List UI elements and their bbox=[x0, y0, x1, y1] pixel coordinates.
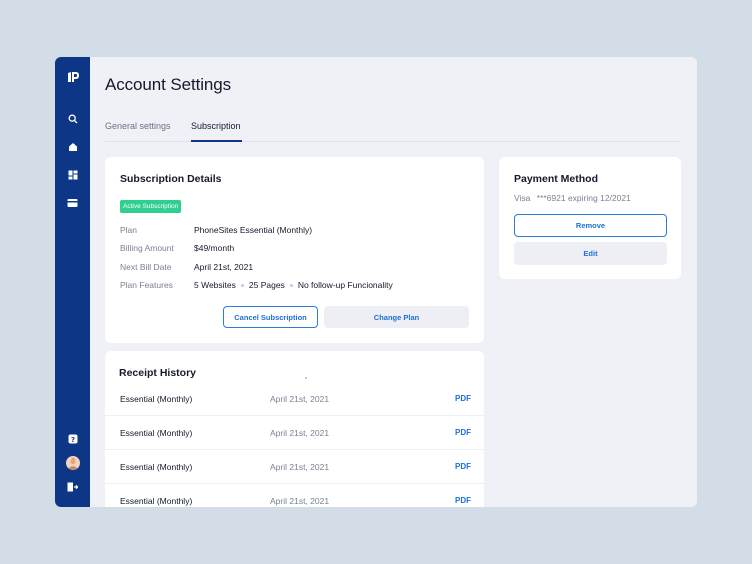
card-title: Subscription Details bbox=[120, 173, 222, 185]
main-content: Account Settings General settings Subscr… bbox=[90, 57, 697, 507]
pdf-link[interactable]: PDF bbox=[455, 394, 471, 403]
change-plan-button[interactable]: Change Plan bbox=[324, 306, 469, 328]
plan-features-list: 5 Websites 25 Pages No follow-up Funcion… bbox=[194, 280, 393, 290]
pdf-link[interactable]: PDF bbox=[455, 428, 471, 437]
plan-value: PhoneSites Essential (Monthly) bbox=[194, 225, 313, 235]
feature-item: No follow-up Funcionality bbox=[297, 280, 393, 290]
logout-icon[interactable] bbox=[55, 482, 90, 492]
card-info: Visa ***6921 expiring 12/2021 bbox=[514, 193, 631, 203]
subscription-details-card: Subscription Details Active Subscription… bbox=[105, 157, 484, 343]
receipt-plan: Essential (Monthly) bbox=[120, 462, 193, 472]
remove-button[interactable]: Remove bbox=[514, 214, 667, 237]
home-icon[interactable] bbox=[55, 142, 90, 152]
feature-item: 5 Websites bbox=[194, 280, 236, 290]
receipt-date: April 21st, 2021 bbox=[270, 462, 330, 472]
active-tab-indicator bbox=[191, 140, 242, 142]
table-row: Essential (Monthly) April 21st, 2021 PDF bbox=[105, 450, 484, 484]
app-window: ? Account Settings General settings Subs… bbox=[55, 57, 697, 507]
table-row: Essential (Monthly) April 21st, 2021 PDF bbox=[105, 416, 484, 450]
separator-dot bbox=[240, 283, 244, 287]
feature-item: 25 Pages bbox=[248, 280, 285, 290]
receipt-plan: Essential (Monthly) bbox=[120, 394, 193, 404]
card-title: Receipt History bbox=[119, 367, 197, 379]
table-row: Essential (Monthly) April 21st, 2021 PDF bbox=[105, 382, 484, 416]
logo-icon[interactable] bbox=[55, 70, 90, 84]
next-bill-label: Next Bill Date bbox=[120, 262, 172, 272]
payment-method-card: Payment Method Visa ***6921 expiring 12/… bbox=[499, 157, 681, 279]
plan-label: Plan bbox=[120, 225, 138, 235]
sidebar: ? bbox=[55, 57, 90, 507]
tab-general-settings[interactable]: General settings bbox=[105, 121, 171, 131]
tab-bar: General settings Subscription bbox=[105, 115, 681, 142]
next-bill-value: April 21st, 2021 bbox=[194, 262, 254, 272]
receipt-plan: Essential (Monthly) bbox=[120, 496, 193, 506]
billing-amount-value: $49/month bbox=[194, 243, 235, 253]
search-icon[interactable] bbox=[55, 114, 90, 124]
dashboard-icon[interactable] bbox=[55, 170, 90, 180]
help-icon[interactable]: ? bbox=[55, 434, 90, 444]
loading-dot bbox=[305, 377, 307, 379]
card-brand: Visa bbox=[514, 193, 531, 203]
separator-dot bbox=[289, 283, 293, 287]
plan-features-label: Plan Features bbox=[120, 280, 173, 290]
billing-icon[interactable] bbox=[55, 198, 90, 208]
receipt-history-card: Receipt History Essential (Monthly) Apri… bbox=[105, 351, 484, 507]
receipt-date: April 21st, 2021 bbox=[270, 428, 330, 438]
receipt-date: April 21st, 2021 bbox=[270, 496, 330, 506]
pdf-link[interactable]: PDF bbox=[455, 496, 471, 505]
card-title: Payment Method bbox=[514, 173, 599, 185]
avatar[interactable] bbox=[55, 456, 90, 470]
svg-text:?: ? bbox=[70, 436, 74, 444]
card-details: ***6921 expiring 12/2021 bbox=[536, 193, 631, 203]
tab-subscription[interactable]: Subscription bbox=[191, 121, 241, 131]
billing-amount-label: Billing Amount bbox=[120, 243, 174, 253]
receipt-plan: Essential (Monthly) bbox=[120, 428, 193, 438]
pdf-link[interactable]: PDF bbox=[455, 462, 471, 471]
cancel-subscription-button[interactable]: Cancel Subscription bbox=[223, 306, 318, 328]
table-row: Essential (Monthly) April 21st, 2021 PDF bbox=[105, 484, 484, 507]
page-title: Account Settings bbox=[105, 75, 231, 94]
status-badge: Active Subscription bbox=[120, 200, 182, 213]
receipt-date: April 21st, 2021 bbox=[270, 394, 330, 404]
edit-button[interactable]: Edit bbox=[514, 242, 667, 265]
